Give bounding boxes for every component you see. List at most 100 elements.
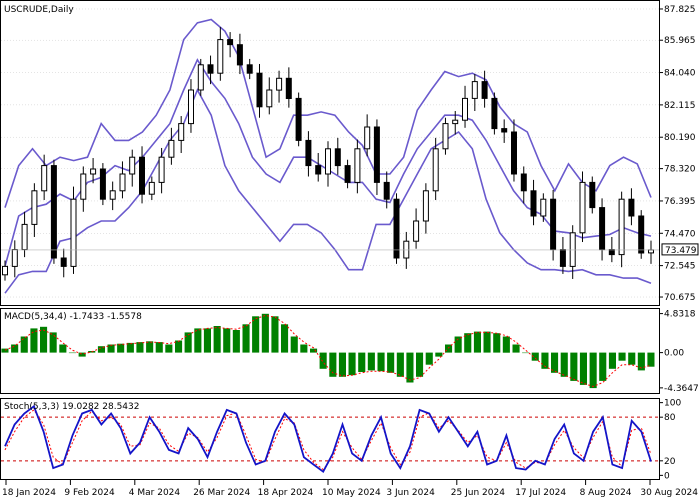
- macd-histogram-bar: [493, 333, 501, 353]
- candle: [491, 92, 498, 135]
- macd-tick-label: 0.00: [664, 349, 684, 359]
- macd-histogram-bar: [406, 352, 414, 383]
- time-tick-label: 18 Apr 2024: [258, 488, 314, 498]
- chart-area: 87.825 85.965 84.040 82.115 80.190 78.320 76.3…: [0, 0, 699, 498]
- time-tick-label: 25 Jun 2024: [451, 488, 505, 498]
- candle: [50, 159, 57, 264]
- macd-histogram-bar: [522, 352, 530, 354]
- time-axis: 18 Jan 2024 9 Feb 2024 4 Mar 2024 26 Mar 20…: [2, 480, 698, 498]
- price-axis: 87.825 85.965 84.040 82.115 80.190 78.320 76.3…: [659, 5, 696, 303]
- candle-body-bear: [256, 72, 263, 108]
- candle-body-bull: [168, 139, 175, 158]
- candle-body-bull: [413, 220, 420, 242]
- candle: [197, 58, 204, 96]
- macd-histogram-bar: [175, 340, 183, 353]
- candle-body-bear: [481, 81, 488, 99]
- time-tick-label: 26 Mar 2024: [193, 488, 250, 498]
- candle-body-bear: [393, 198, 400, 259]
- price-tick-label: 84.040: [664, 69, 696, 79]
- macd-histogram-bar: [281, 324, 289, 353]
- candle-body-bull: [11, 249, 18, 267]
- macd-histogram-bar: [184, 332, 192, 353]
- macd-histogram-bar: [203, 328, 211, 353]
- candle-body-bear: [60, 257, 67, 267]
- candle-body-bull: [158, 156, 165, 183]
- macd-pane-title: MACD(5,34,4) -1.7433 -1.5578: [4, 312, 142, 322]
- candle-body-bull: [2, 265, 8, 276]
- time-tick-label: 17 Jul 2024: [515, 488, 566, 498]
- macd-histogram-bar: [242, 324, 250, 353]
- macd-histogram-bar: [11, 344, 19, 353]
- candle-body-bear: [383, 181, 390, 200]
- candle-body-bull: [90, 168, 97, 175]
- macd-histogram-bar: [290, 336, 298, 353]
- candle-body-bull: [540, 198, 547, 217]
- macd-histogram-bar: [30, 328, 38, 353]
- candle-body-bear: [638, 215, 645, 254]
- candle-body-bear: [246, 64, 253, 74]
- candle-body-bear: [511, 131, 517, 175]
- macd-histogram-bar: [387, 352, 395, 373]
- time-tick-label: 3 Jun 2024: [386, 488, 435, 498]
- candle: [393, 193, 400, 264]
- candle-body-bear: [50, 165, 57, 259]
- macd-histogram-bar: [261, 313, 269, 353]
- macd-histogram-bar: [348, 352, 356, 376]
- macd-histogram-bar: [416, 352, 424, 377]
- candle-body-bull: [31, 190, 38, 225]
- price-tick-label: 74.470: [664, 229, 696, 239]
- candle-body-bull: [70, 198, 77, 267]
- candle: [589, 176, 596, 214]
- candle-body-bull: [21, 223, 28, 251]
- macd-histogram-bar: [310, 348, 318, 353]
- candle: [99, 163, 106, 206]
- candle-body-bull: [403, 240, 410, 259]
- macd-histogram-bar: [512, 344, 520, 353]
- time-tick-label: 8 Aug 2024: [580, 488, 632, 498]
- stoch-tick-label: 100: [664, 399, 681, 409]
- last-price-label: 73.479: [665, 246, 697, 256]
- candle-body-bull: [197, 64, 204, 91]
- candle-body-bull: [364, 126, 371, 150]
- candle-body-bull: [354, 148, 361, 183]
- macd-histogram-bar: [358, 352, 366, 372]
- macd-histogram-bar: [483, 331, 491, 353]
- candle-body-bear: [373, 126, 380, 183]
- price-tick-label: 78.320: [664, 165, 696, 175]
- price-tick-label: 76.395: [664, 197, 696, 207]
- candle-body-bear: [285, 77, 292, 100]
- macd-histogram-bar: [377, 352, 385, 372]
- macd-histogram-bar: [425, 352, 433, 365]
- macd-histogram-bar: [599, 352, 607, 381]
- candle-body-bull: [109, 190, 116, 200]
- macd-histogram-bar: [502, 336, 510, 353]
- price-pane-title: USCRUDE,Daily: [4, 5, 74, 15]
- stoch-tick-label: 80: [664, 413, 676, 423]
- candle-body-bull: [569, 232, 576, 267]
- stoch-pane-title: Stoch(5,3,3) 19.0282 28.5432: [4, 402, 139, 412]
- candle-body-bear: [236, 44, 243, 66]
- candle-body-bear: [334, 148, 341, 167]
- macd-histogram-bar: [232, 330, 240, 353]
- candle-body-bear: [520, 173, 527, 192]
- candle-body-bull: [422, 190, 429, 222]
- price-tick-label: 82.115: [664, 101, 696, 111]
- macd-histogram-bar: [117, 343, 125, 353]
- macd-histogram-bar: [618, 352, 626, 361]
- macd-histogram-bar: [647, 352, 655, 367]
- candle-body-bull: [325, 148, 331, 175]
- price-tick-label: 85.965: [664, 36, 696, 46]
- candle-body-bear: [530, 190, 537, 217]
- macd-histogram-bar: [68, 352, 76, 354]
- candle-body-bull: [178, 123, 185, 141]
- macd-axis: 4.8318 0.00 -4.3647: [659, 310, 699, 394]
- macd-histogram-bar: [570, 352, 578, 381]
- macd-histogram-bar: [155, 342, 163, 353]
- macd-histogram-bar: [589, 352, 597, 389]
- macd-histogram-bar: [628, 352, 636, 365]
- candle: [442, 117, 449, 155]
- candle-body-bear: [608, 249, 615, 256]
- candle: [295, 92, 302, 147]
- macd-histogram-bar: [338, 352, 346, 377]
- candle-body-bear: [628, 198, 635, 217]
